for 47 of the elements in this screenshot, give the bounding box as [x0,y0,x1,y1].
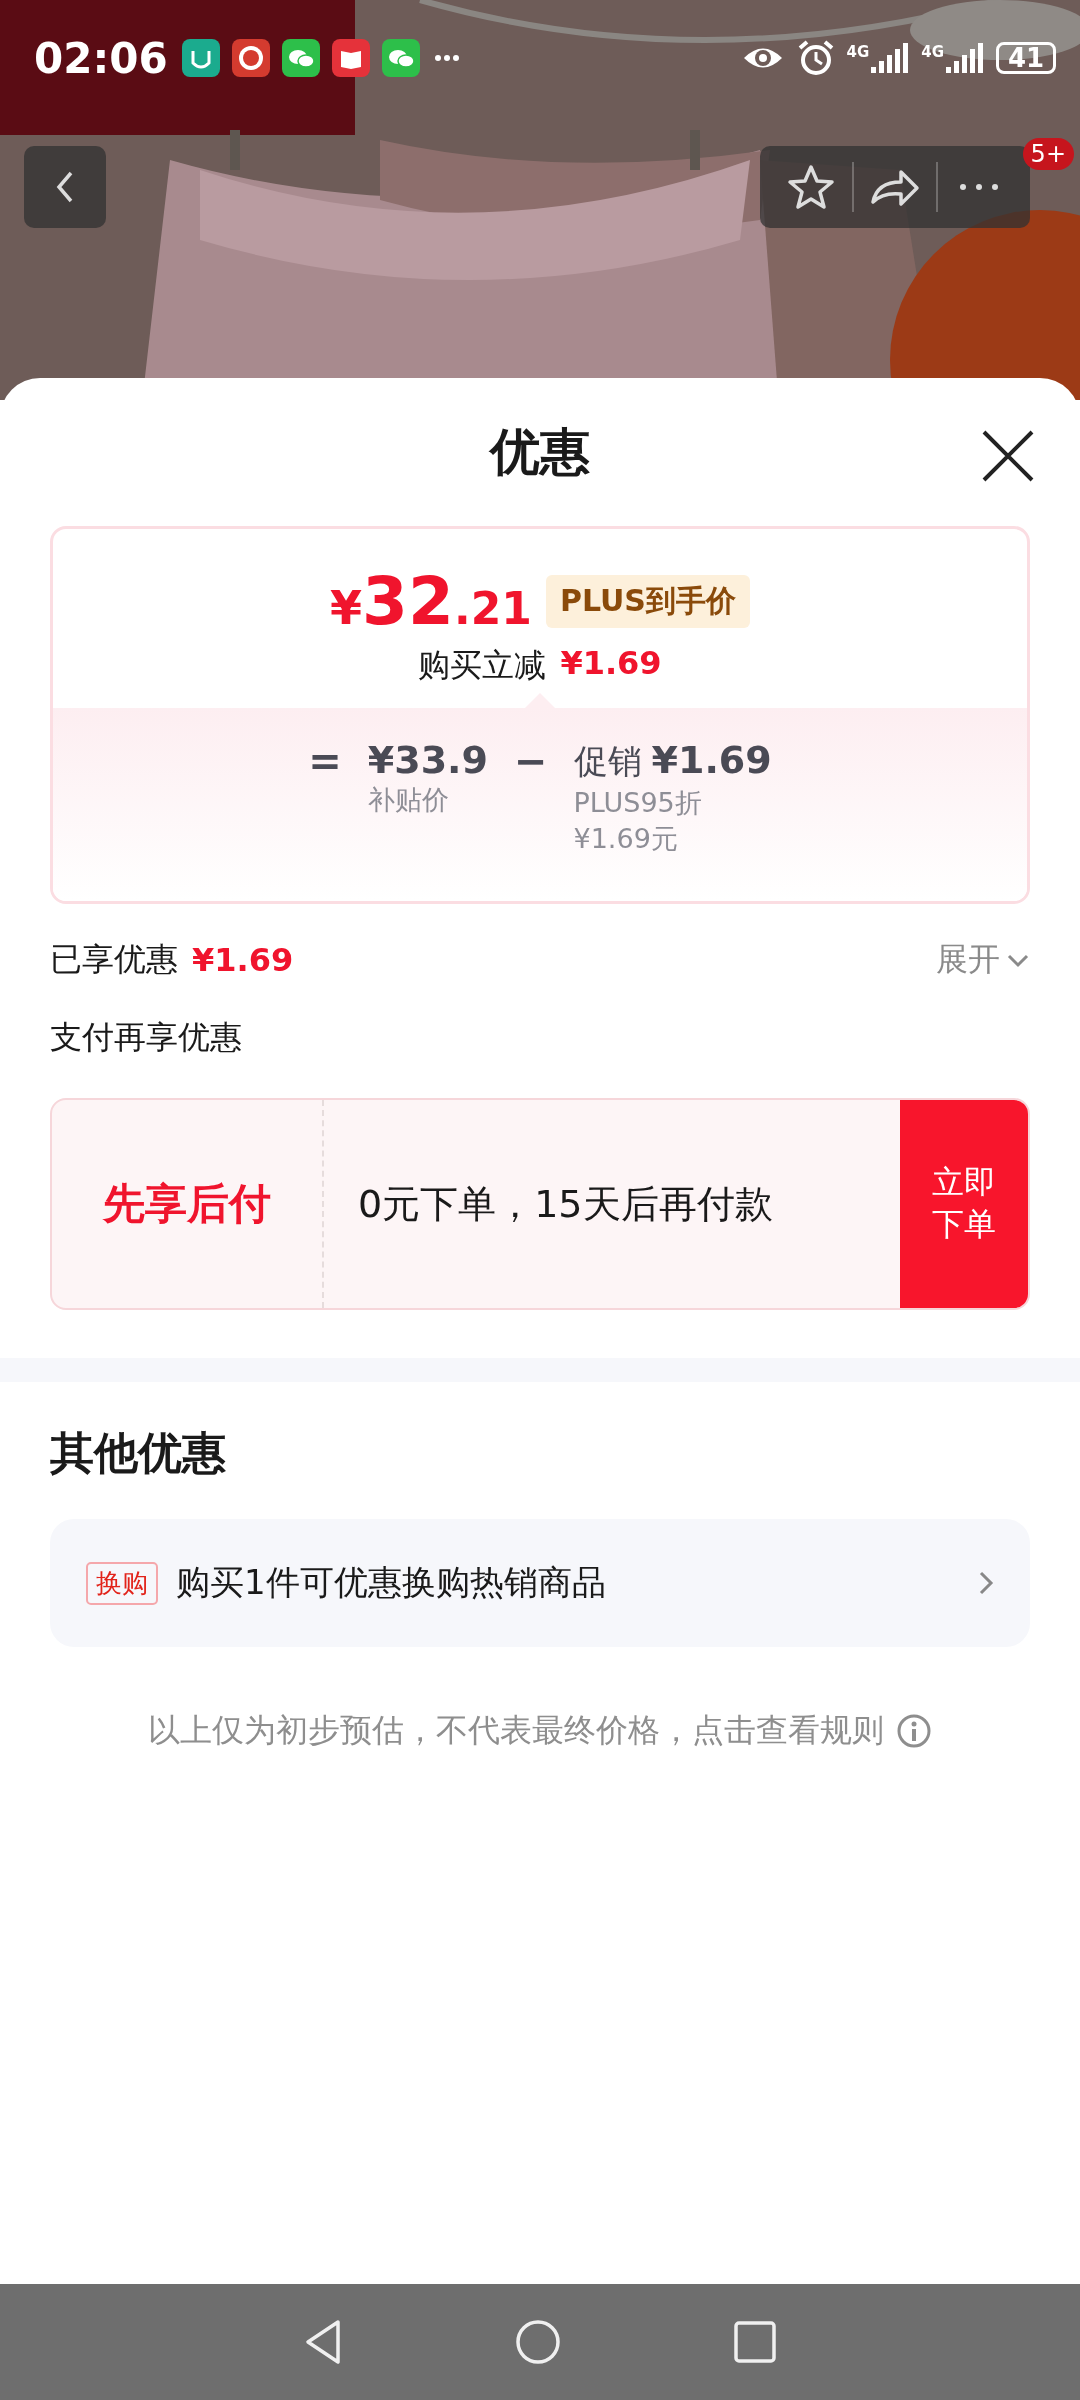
subsidy-price: ¥33.9 [367,738,488,782]
enjoyed-amount: ¥1.69 [192,941,294,979]
offer-tag: 换购 [86,1561,158,1605]
home-icon[interactable] [514,2318,562,2366]
chat-app-icon [281,39,320,77]
notification-badge: 5+ [1022,138,1074,170]
signal-icon: 4G [921,43,984,73]
minus-sign: − [514,738,548,786]
sheet-title: 优惠 [490,421,590,483]
price-tag: PLUS到手价 [545,575,750,628]
enjoyed-label: 已享优惠 [50,939,178,980]
recents-icon[interactable] [732,2319,778,2365]
clock: 02:06 [34,33,168,83]
section-title: 其他优惠 [50,1426,227,1480]
book-app-icon [331,39,370,77]
app-icon [231,39,270,77]
close-icon [980,428,1036,484]
offer-text: 购买1件可优惠换购热销商品 [176,1561,606,1604]
final-price: ¥32.21 [330,563,532,640]
battery-icon: 41 [996,42,1056,74]
more-icon [958,181,1000,193]
app-icon [181,39,220,77]
back-button[interactable] [24,146,106,228]
promo-detail: ¥1.69元 [573,822,679,856]
close-button[interactable] [980,428,1036,484]
equals-sign: = [308,738,342,786]
footnote: 以上仅为初步预估，不代表最终价格，点击查看规则 [148,1710,884,1751]
promo-detail: PLUS95折 [573,786,703,820]
promo-amount: ¥1.69 [651,738,772,782]
pay-later-text: 0元下单，15天后再付款 [357,1180,774,1228]
pay-later-title: 先享后付 [52,1100,324,1308]
info-icon[interactable] [896,1713,932,1749]
order-button[interactable]: 立即下单 [900,1100,1028,1308]
alarm-icon [796,40,835,76]
chat-app-icon [381,39,420,77]
discount-label: 购买立减 [418,645,547,686]
signal-bars [946,43,984,73]
expand-button[interactable]: 展开 [936,938,1030,982]
chevron-right-icon [978,1570,994,1596]
subsidy-label: 补贴价 [367,783,450,817]
offer-row[interactable]: 换购 购买1件可优惠换购热销商品 [50,1519,1030,1647]
star-icon [787,164,835,210]
promo-label: 促销 [573,740,642,783]
signal-bars [871,43,910,73]
section-title: 支付再享优惠 [50,1017,243,1058]
discount-amount: ¥1.69 [560,644,662,684]
signal-icon: 4G [846,43,910,73]
